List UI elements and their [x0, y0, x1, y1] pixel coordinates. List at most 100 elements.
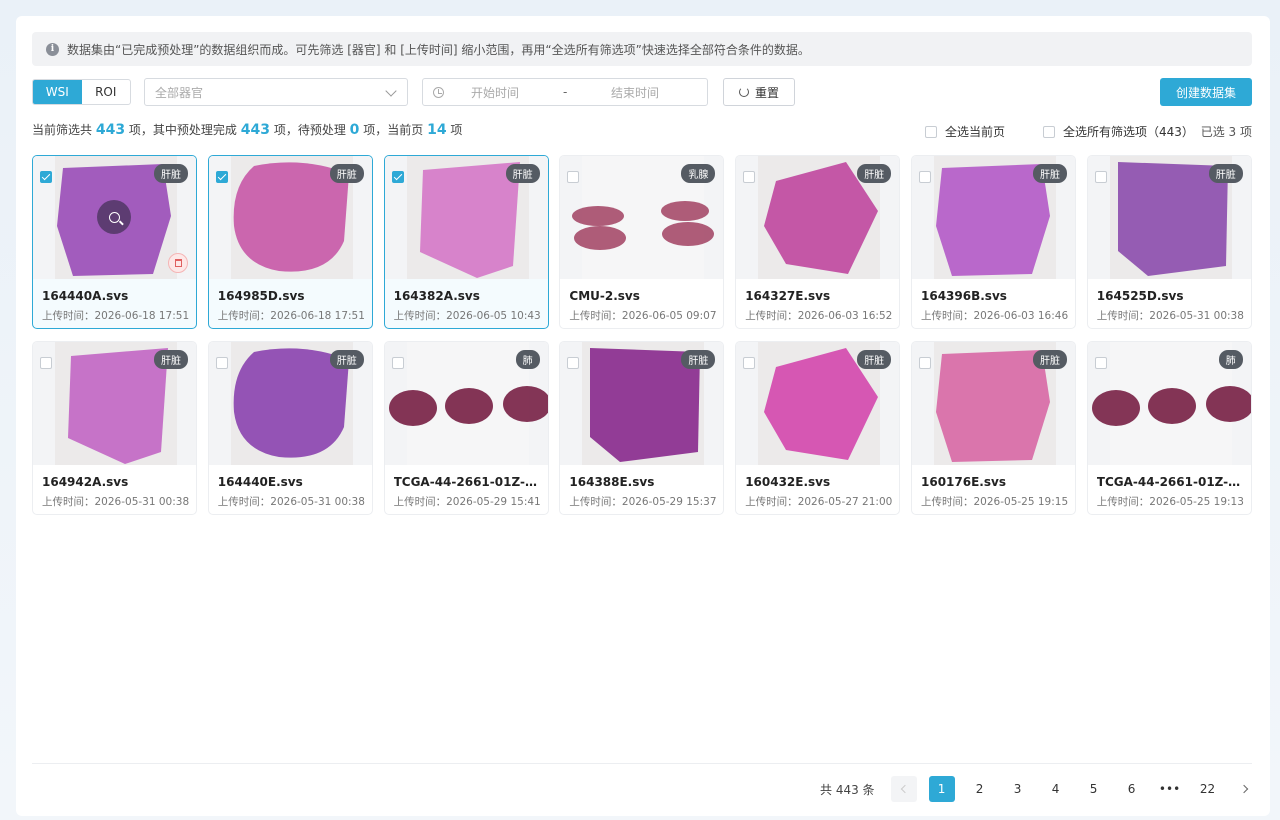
- zoom-in-icon: [108, 211, 120, 223]
- upload-time: 上传时间：2026-06-05 10:43: [394, 308, 541, 323]
- slide-card[interactable]: 肝脏 164942A.svs 上传时间：2026-05-31 00:38: [32, 340, 197, 515]
- upload-date-range[interactable]: 开始时间 - 结束时间: [422, 78, 708, 106]
- card-checkbox[interactable]: [40, 171, 52, 183]
- card-checkbox[interactable]: [1094, 171, 1107, 183]
- upload-time: 上传时间：2026-06-18 17:51: [218, 308, 365, 323]
- select-page-checkbox[interactable]: 全选当前页: [925, 123, 1005, 140]
- upload-time-label: 上传时间：: [569, 495, 622, 508]
- slide-card[interactable]: 肝脏 160432E.svs 上传时间：2026-05-27 21:00: [735, 340, 901, 515]
- filter-summary: 当前筛选共 443 项，其中预处理完成 443 项，待预处理 0 项，当前页 1…: [32, 121, 1252, 141]
- pending-count: 0: [349, 122, 360, 138]
- slide-card[interactable]: 肝脏 164985D.svs 上传时间：2026-06-18 17:51: [207, 155, 373, 329]
- organ-tag: 肝脏: [857, 349, 892, 369]
- slide-card[interactable]: 肺 TCGA-44-2661-01Z-00-… 上传时间：2026-05-29 15…: [383, 340, 549, 515]
- card-checkbox[interactable]: [567, 171, 580, 183]
- organ-tag: 肺: [1218, 349, 1243, 369]
- upload-time-value: 2026-06-05 09:07: [621, 310, 717, 322]
- slide-card[interactable]: 肝脏 164440E.svs 上传时间：2026-05-31 00:38: [207, 340, 373, 515]
- slide-filename: 160432E.svs: [745, 474, 831, 489]
- upload-time: 上传时间：2026-05-29 15:41: [394, 494, 541, 509]
- page-button[interactable]: 1: [928, 776, 955, 802]
- upload-time-label: 上传时间：: [1096, 310, 1150, 322]
- upload-time-value: 2026-05-31 00:38: [94, 495, 190, 508]
- upload-time-label: 上传时间：: [393, 310, 447, 322]
- page-button[interactable]: 3: [1005, 776, 1031, 802]
- upload-time-label: 上传时间：: [393, 495, 447, 508]
- card-checkbox[interactable]: [919, 171, 931, 183]
- slide-card[interactable]: 肝脏 164382A.svs 上传时间：2026-06-05 10:43: [383, 155, 549, 329]
- slide-filename: 160176E.svs: [921, 474, 1006, 489]
- card-checkbox[interactable]: [215, 356, 228, 369]
- date-range-separator: -: [563, 85, 568, 99]
- slide-card[interactable]: 肝脏 164525D.svs 上传时间：2026-05-31 00:38: [1086, 155, 1252, 329]
- checkbox-box[interactable]: [1043, 125, 1055, 138]
- end-date-input[interactable]: 结束时间: [611, 84, 659, 101]
- upload-time-value: 2026-06-03 16:46: [973, 310, 1069, 322]
- slide-card[interactable]: 肝脏 164440A.svs 上传时间：2026-06-18 17:51: [32, 155, 197, 329]
- slide-filename: TCGA-44-2661-01Z-00-…: [1096, 474, 1245, 489]
- trash-icon: [174, 259, 182, 267]
- slide-card[interactable]: 肝脏 164388E.svs 上传时间：2026-05-29 15:37: [559, 340, 725, 515]
- upload-time-value: 2026-06-05 10:43: [446, 310, 541, 322]
- done-count: 443: [240, 122, 270, 138]
- card-checkbox[interactable]: [40, 356, 52, 369]
- organ-tag: 肝脏: [857, 164, 892, 183]
- select-all-label: 全选所有筛选项（443）: [1063, 125, 1194, 139]
- upload-time-value: 2026-05-29 15:41: [446, 495, 541, 508]
- slide-card[interactable]: 肺 TCGA-44-2661-01Z-00-… 上传时间：2026-05-25 19…: [1086, 340, 1252, 515]
- slide-card[interactable]: 肝脏 160176E.svs 上传时间：2026-05-25 19:15: [911, 340, 1076, 515]
- select-all-filtered-checkbox[interactable]: 全选所有筛选项（443）: [1043, 123, 1194, 140]
- card-checkbox[interactable]: [391, 171, 404, 183]
- card-checkbox[interactable]: [391, 356, 404, 369]
- page-button[interactable]: 22: [1195, 776, 1221, 802]
- card-checkbox[interactable]: [1094, 356, 1107, 369]
- checkbox-box[interactable]: [925, 125, 937, 138]
- start-date-input[interactable]: 开始时间: [471, 84, 519, 101]
- page-button[interactable]: 4: [1043, 776, 1069, 802]
- upload-time-value: 2026-05-25 19:13: [1149, 495, 1244, 508]
- organ-tag: 肝脏: [154, 164, 188, 183]
- organ-tag: 肝脏: [154, 349, 188, 369]
- slide-card[interactable]: 乳腺 CMU-2.svs 上传时间：2026-06-05 09:07: [559, 155, 725, 329]
- upload-time-value: 2026-05-27 21:00: [797, 495, 893, 508]
- slide-card[interactable]: 肝脏 164396B.svs 上传时间：2026-06-03 16:46: [911, 155, 1076, 329]
- pagination-total: 共 443 条: [820, 782, 875, 797]
- card-checkbox[interactable]: [567, 356, 580, 369]
- upload-time-value: 2026-05-25 19:15: [973, 495, 1069, 508]
- upload-time: 上传时间：2026-05-31 00:38: [218, 494, 365, 509]
- summary-part: 当前筛选共: [32, 123, 93, 137]
- pagination-ellipsis[interactable]: •••: [1157, 776, 1183, 802]
- segment-wsi[interactable]: WSI: [33, 80, 82, 104]
- info-icon: i: [46, 42, 59, 56]
- upload-time: 上传时间：2026-06-05 09:07: [569, 308, 716, 323]
- chevron-right-icon: [1239, 784, 1249, 794]
- organ-tag: 肝脏: [329, 349, 364, 369]
- prev-page-button[interactable]: [890, 776, 917, 802]
- upload-time-label: 上传时间：: [217, 310, 271, 322]
- next-page-button[interactable]: [1233, 776, 1259, 802]
- organ-select-placeholder: 全部器官: [155, 85, 204, 100]
- organ-select[interactable]: 全部器官: [144, 78, 408, 106]
- upload-time: 上传时间：2026-06-03 16:46: [921, 308, 1068, 323]
- summary-part: 项，待预处理: [273, 123, 346, 137]
- organ-tag: 肝脏: [1208, 164, 1243, 183]
- info-notice: i 数据集由“已完成预处理”的数据组织而成。可先筛选 [器官] 和 [上传时间]…: [32, 32, 1252, 66]
- segment-roi[interactable]: ROI: [82, 80, 131, 104]
- card-checkbox[interactable]: [743, 356, 756, 369]
- page-button[interactable]: 5: [1081, 776, 1107, 802]
- selected-count: 已选 3 项: [1200, 125, 1252, 139]
- summary-text: 当前筛选共 443 项，其中预处理完成 443 项，待预处理 0 项，当前页 1…: [32, 121, 462, 138]
- card-checkbox[interactable]: [919, 356, 931, 369]
- card-checkbox[interactable]: [215, 171, 228, 183]
- card-checkbox[interactable]: [743, 171, 756, 183]
- delete-button[interactable]: [168, 253, 188, 273]
- organ-tag: 肝脏: [1033, 164, 1067, 183]
- upload-time-value: 2026-06-18 17:51: [94, 310, 190, 322]
- zoom-in-button[interactable]: [97, 200, 131, 234]
- reset-button[interactable]: 重置: [723, 78, 795, 106]
- slide-card[interactable]: 肝脏 164327E.svs 上传时间：2026-06-03 16:52: [735, 155, 901, 329]
- slide-filename: 164525D.svs: [1096, 289, 1184, 303]
- page-button[interactable]: 6: [1119, 776, 1145, 802]
- create-dataset-button[interactable]: 创建数据集: [1160, 78, 1252, 106]
- page-button[interactable]: 2: [967, 776, 993, 802]
